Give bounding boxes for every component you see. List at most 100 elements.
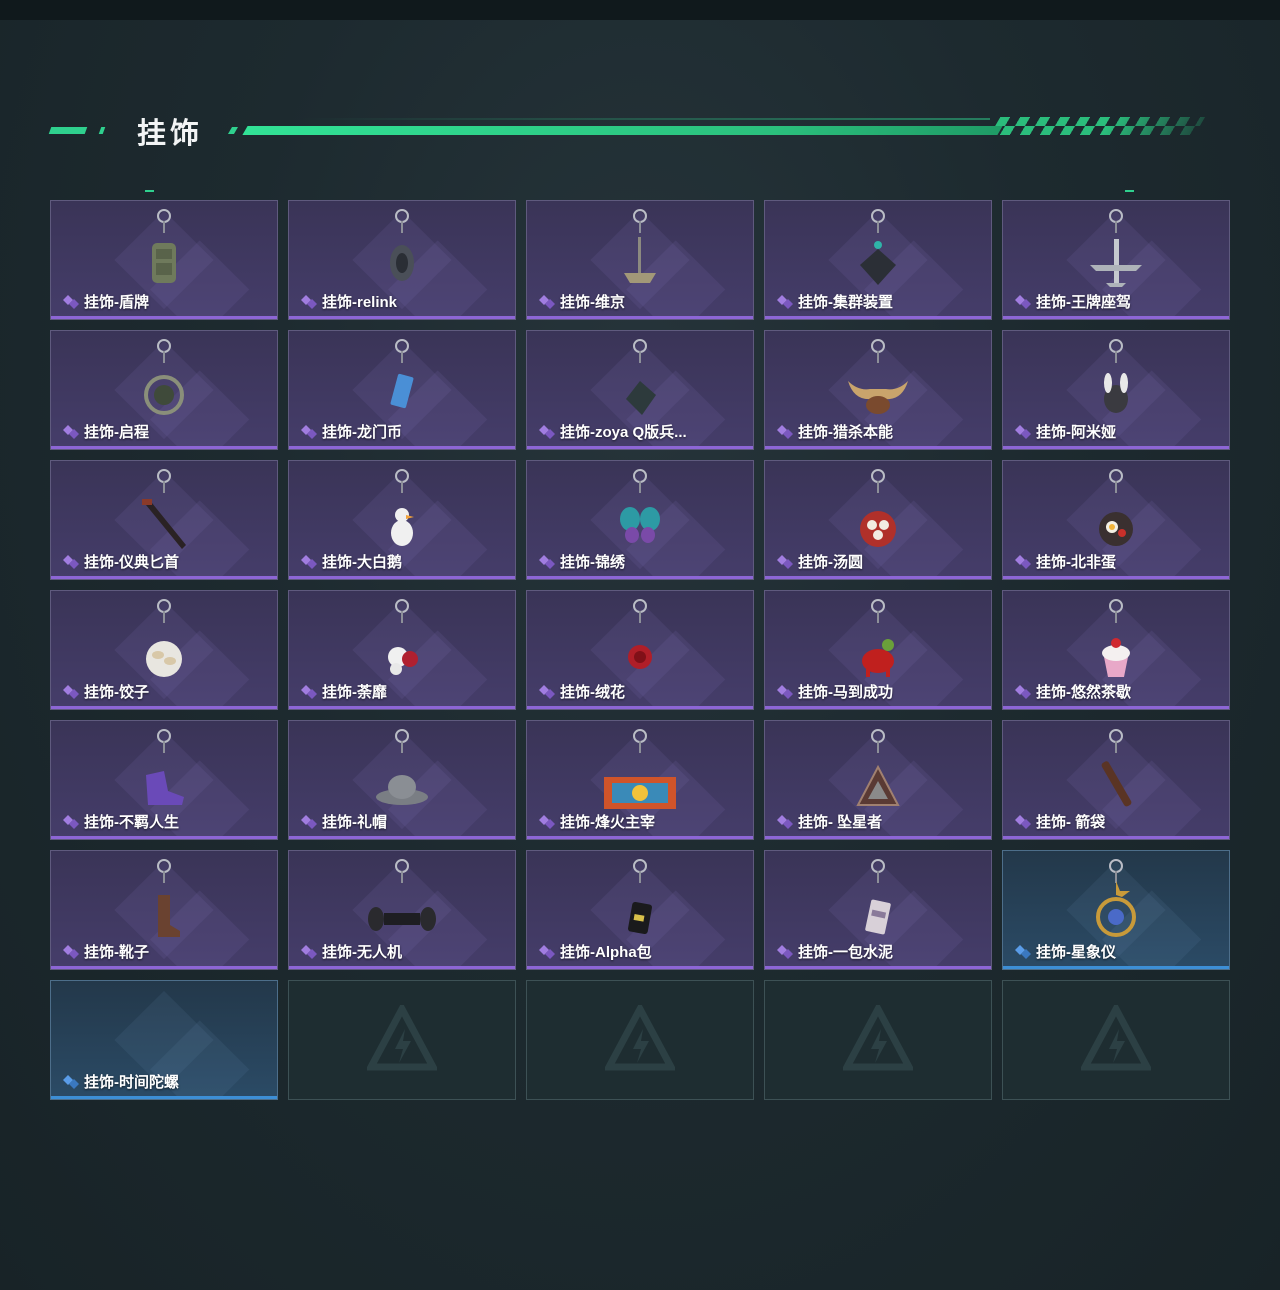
quality-diamond-icon — [1015, 554, 1031, 569]
charm-item-card[interactable]: 挂饰-马到成功 — [764, 590, 992, 710]
rarity-bar — [51, 836, 277, 839]
rarity-bar — [527, 446, 753, 449]
charm-item-card[interactable]: 挂饰-启程 — [50, 330, 278, 450]
rarity-bar — [765, 966, 991, 969]
drone-charm-icon — [368, 907, 436, 931]
quality-diamond-icon — [777, 944, 793, 959]
charm-item-card[interactable]: 挂饰-汤圆 — [764, 460, 992, 580]
red-horse-charm-icon — [862, 639, 894, 677]
charm-item-card[interactable]: 挂饰-王牌座驾 — [1002, 200, 1230, 320]
charm-item-label: 挂饰-龙门币 — [322, 424, 402, 441]
rarity-bar — [51, 706, 277, 709]
charm-item-label: 挂饰-无人机 — [322, 944, 402, 961]
charm-item-label: 挂饰-烽火主宰 — [560, 814, 655, 831]
charm-item-card[interactable]: 挂饰- 坠星者 — [764, 720, 992, 840]
charm-item-card[interactable]: 挂饰-猎杀本能 — [764, 330, 992, 450]
dumplings-plate-charm-icon — [146, 641, 182, 677]
logo-watermark-icon — [367, 1005, 437, 1071]
container-charm-icon — [604, 777, 676, 809]
charm-item-label: 挂饰-仪典匕首 — [84, 554, 179, 571]
charm-item-card[interactable]: 挂饰-荼靡 — [288, 590, 516, 710]
charm-item-label: 挂饰-马到成功 — [798, 684, 893, 701]
dumpling-bowl-charm-icon — [860, 511, 896, 547]
quality-diamond-icon — [777, 684, 793, 699]
egg-pan-charm-icon — [1099, 512, 1133, 546]
rarity-bar — [765, 836, 991, 839]
charm-item-card[interactable]: 挂饰-时间陀螺 — [50, 980, 278, 1100]
charm-item-card[interactable]: 挂饰-Alpha包 — [526, 850, 754, 970]
charm-item-card[interactable]: 挂饰-盾牌 — [50, 200, 278, 320]
quality-diamond-icon — [63, 944, 79, 959]
quality-diamond-icon — [301, 424, 317, 439]
charm-grid: 挂饰-盾牌 挂饰-relink 挂饰-维京 挂饰-集群装置 挂饰-王牌座驾 挂饰-启程 挂饰… — [50, 200, 1230, 1100]
rarity-bar — [289, 576, 515, 579]
quality-diamond-icon — [301, 944, 317, 959]
charm-item-card[interactable]: 挂饰-星象仪 — [1002, 850, 1230, 970]
charm-item-card[interactable]: 挂饰-龙门币 — [288, 330, 516, 450]
charm-item-card[interactable]: 挂饰-维京 — [526, 200, 754, 320]
sneaker-charm-icon — [146, 771, 184, 805]
charm-item-label: 挂饰-锦绣 — [560, 554, 625, 571]
flower-charm-icon — [388, 647, 418, 675]
quality-diamond-icon — [1015, 814, 1031, 829]
empty-slot — [288, 980, 516, 1100]
section-header: 挂饰 — [0, 100, 1280, 160]
quality-diamond-icon — [539, 684, 555, 699]
rarity-bar — [1003, 316, 1229, 319]
charm-item-card[interactable]: 挂饰-悠然茶歇 — [1002, 590, 1230, 710]
header-slash — [227, 127, 239, 134]
rose-charm-icon — [628, 645, 652, 669]
charm-item-card[interactable]: 挂饰-zoya Q版兵... — [526, 330, 754, 450]
charm-item-label: 挂饰-relink — [322, 294, 398, 311]
charm-item-card[interactable]: 挂饰-北非蛋 — [1002, 460, 1230, 580]
cement-bag-charm-icon — [865, 899, 891, 935]
rarity-bar — [51, 446, 277, 449]
quality-diamond-icon — [63, 554, 79, 569]
charm-item-label: 挂饰-星象仪 — [1036, 944, 1116, 961]
charm-item-card[interactable]: 挂饰- 箭袋 — [1002, 720, 1230, 840]
charm-item-card[interactable]: 挂饰-绒花 — [526, 590, 754, 710]
rarity-bar — [289, 966, 515, 969]
charm-item-card[interactable]: 挂饰-仪典匕首 — [50, 460, 278, 580]
fedora-hat-charm-icon — [376, 775, 428, 805]
charm-item-card[interactable]: 挂饰-阿米娅 — [1002, 330, 1230, 450]
charm-item-label: 挂饰- 坠星者 — [798, 814, 883, 831]
charm-item-card[interactable]: 挂饰-无人机 — [288, 850, 516, 970]
charm-item-label: 挂饰-一包水泥 — [798, 944, 893, 961]
quality-diamond-icon — [539, 944, 555, 959]
rarity-bar — [765, 316, 991, 319]
charm-item-label: 挂饰-饺子 — [84, 684, 149, 701]
charm-item-card[interactable]: 挂饰-靴子 — [50, 850, 278, 970]
quality-diamond-icon — [63, 424, 79, 439]
jet-plane-charm-icon — [1090, 239, 1142, 287]
charm-item-card[interactable]: 挂饰-不羁人生 — [50, 720, 278, 840]
charm-item-label: 挂饰-大白鹅 — [322, 554, 402, 571]
charm-item-label: 挂饰-猎杀本能 — [798, 424, 893, 441]
charm-item-label: 挂饰-时间陀螺 — [84, 1074, 179, 1091]
charm-item-label: 挂饰-悠然茶歇 — [1036, 684, 1131, 701]
charm-item-label: 挂饰-礼帽 — [322, 814, 387, 831]
logo-watermark-icon — [1081, 1005, 1151, 1071]
charm-item-card[interactable]: 挂饰-一包水泥 — [764, 850, 992, 970]
badge-charm-icon — [144, 375, 184, 415]
rarity-bar — [1003, 576, 1229, 579]
charm-item-card[interactable]: 挂饰-饺子 — [50, 590, 278, 710]
header-accent-bar — [48, 127, 88, 134]
empty-slot — [1002, 980, 1230, 1100]
top-band — [0, 0, 1280, 20]
charm-item-card[interactable]: 挂饰-relink — [288, 200, 516, 320]
rarity-bar — [51, 576, 277, 579]
charm-item-label: 挂饰-阿米娅 — [1036, 424, 1116, 441]
charm-item-card[interactable]: 挂饰-集群装置 — [764, 200, 992, 320]
quality-diamond-icon — [63, 814, 79, 829]
charm-item-label: 挂饰-王牌座驾 — [1036, 294, 1131, 311]
charm-item-card[interactable]: 挂饰-大白鹅 — [288, 460, 516, 580]
charm-item-card[interactable]: 挂饰-礼帽 — [288, 720, 516, 840]
rarity-bar — [51, 316, 277, 319]
charm-item-card[interactable]: 挂饰-锦绣 — [526, 460, 754, 580]
quality-diamond-icon — [63, 294, 79, 309]
quality-diamond-icon — [63, 684, 79, 699]
rarity-bar — [765, 706, 991, 709]
charm-item-card[interactable]: 挂饰-烽火主宰 — [526, 720, 754, 840]
quiver-charm-icon — [1101, 761, 1132, 807]
